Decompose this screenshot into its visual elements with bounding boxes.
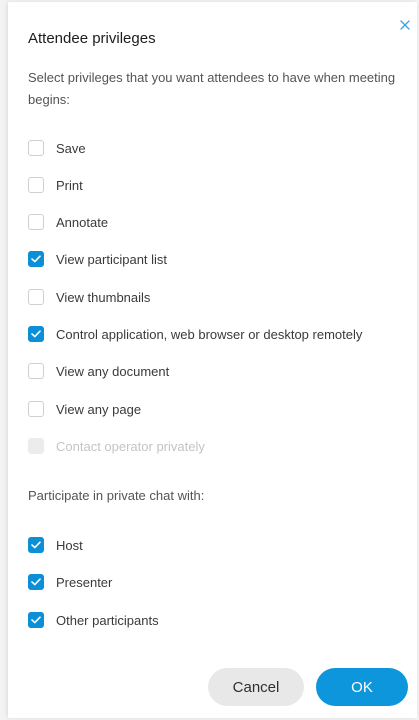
privilege-annotate[interactable]: Annotate (28, 212, 108, 232)
checkbox[interactable] (28, 363, 44, 379)
checkmark-icon (31, 255, 41, 263)
checkbox-checked[interactable] (28, 326, 44, 342)
checkbox[interactable] (28, 289, 44, 305)
privilege-label: View thumbnails (56, 289, 151, 305)
close-icon (400, 20, 410, 30)
checkbox-checked[interactable] (28, 251, 44, 267)
attendee-privileges-dialog: Attendee privileges Select privileges th… (8, 2, 417, 718)
privilege-contact-operator: Contact operator privately (28, 436, 205, 456)
chat-option-host[interactable]: Host (28, 535, 83, 555)
privilege-label: Control application, web browser or desk… (56, 326, 363, 342)
privilege-view-any-document[interactable]: View any document (28, 361, 169, 381)
close-button[interactable] (396, 16, 414, 34)
checkbox[interactable] (28, 401, 44, 417)
checkmark-icon (31, 330, 41, 338)
privilege-view-thumbnails[interactable]: View thumbnails (28, 287, 150, 307)
checkbox-disabled (28, 438, 44, 454)
checkbox-checked[interactable] (28, 612, 44, 628)
chat-option-presenter[interactable]: Presenter (28, 572, 112, 592)
privilege-label: Contact operator privately (56, 438, 205, 454)
chat-option-label: Presenter (56, 574, 113, 590)
privilege-view-participant-list[interactable]: View participant list (28, 249, 167, 269)
privilege-label: View any page (56, 401, 142, 417)
privilege-save[interactable]: Save (28, 138, 86, 158)
privilege-print[interactable]: Print (28, 175, 83, 195)
checkmark-icon (31, 578, 41, 586)
checkbox[interactable] (28, 214, 44, 230)
dialog-description: Select privileges that you want attendee… (28, 70, 396, 107)
checkbox[interactable] (28, 140, 44, 156)
chat-section-label: Participate in private chat with: (28, 488, 205, 503)
checkbox-checked[interactable] (28, 574, 44, 590)
privilege-label: Save (56, 140, 86, 156)
checkmark-icon (31, 541, 41, 549)
chat-option-label: Other participants (56, 612, 159, 628)
cancel-button[interactable]: Cancel (208, 668, 304, 706)
checkbox-checked[interactable] (28, 537, 44, 553)
checkmark-icon (31, 616, 41, 624)
ok-button[interactable]: OK (316, 668, 408, 706)
checkbox[interactable] (28, 177, 44, 193)
privilege-label: View participant list (56, 251, 168, 267)
privilege-label: View any document (56, 363, 170, 379)
chat-option-other-participants[interactable]: Other participants (28, 610, 159, 630)
privilege-label: Print (56, 177, 83, 193)
privilege-control-remotely[interactable]: Control application, web browser or desk… (28, 324, 362, 344)
chat-option-label: Host (56, 537, 83, 553)
dialog-title: Attendee privileges (28, 30, 156, 47)
privilege-label: Annotate (56, 214, 109, 230)
privilege-view-any-page[interactable]: View any page (28, 399, 141, 419)
